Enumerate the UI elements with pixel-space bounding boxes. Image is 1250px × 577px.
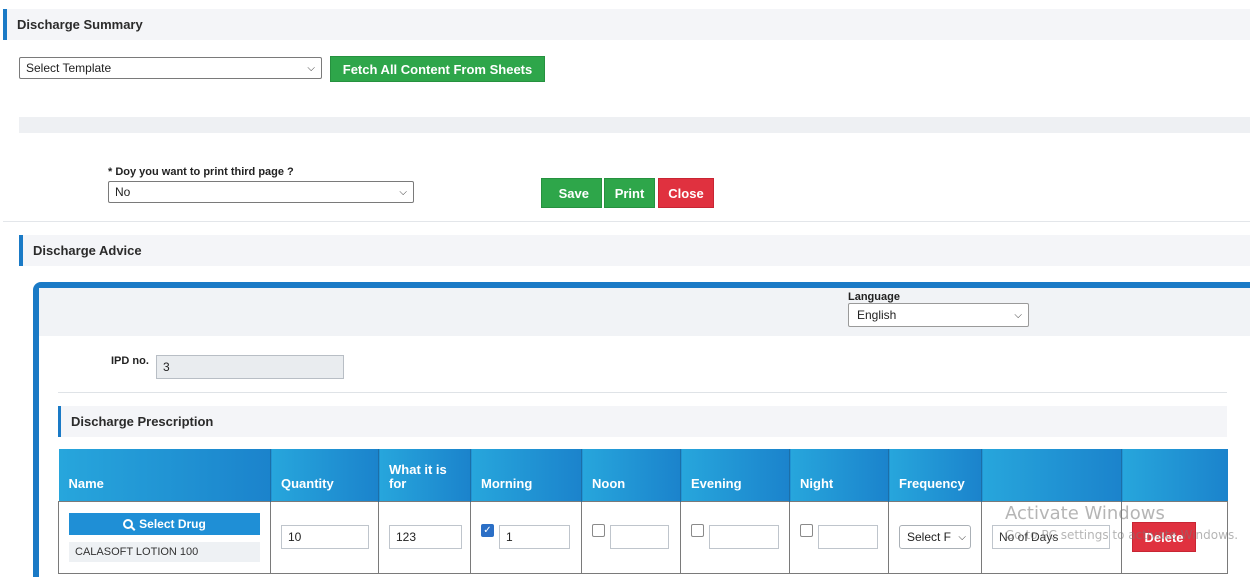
column-header: Frequency [888,449,982,501]
chevron-down-icon: ⌵ [1014,309,1022,321]
print-third-page-label: * Doy you want to print third page ? [108,166,294,178]
evening-cell [680,500,790,574]
select-drug-label: Select Drug [139,516,206,531]
discharge-prescription-header: Discharge Prescription [58,406,1227,437]
discharge-summary-header: Discharge Summary [3,9,1250,40]
morning-value: 1 [506,530,513,544]
noon-input[interactable] [610,525,669,549]
chevron-down-icon: ⌵ [958,531,966,543]
what-for-cell: 123 [378,500,471,574]
close-label: Close [668,185,704,201]
night-input[interactable] [818,525,878,549]
ipd-input[interactable]: 3 [156,355,344,379]
discharge-advice-header: Discharge Advice [19,235,1250,266]
print-label: Print [614,185,645,201]
language-label: Language [848,291,900,303]
ipd-value: 3 [163,360,170,374]
section-divider [3,221,1250,222]
frequency-value: Select F [907,530,952,544]
close-button[interactable]: Close [658,178,714,208]
column-header [1121,449,1228,501]
table-header-row: Name Quantity What it is for Morning Noo… [58,449,1228,501]
fetch-content-button[interactable]: Fetch All Content From Sheets [330,56,545,82]
what-for-input[interactable]: 123 [389,525,462,549]
noon-checkbox[interactable] [592,524,605,537]
morning-input[interactable]: 1 [499,525,570,549]
name-cell: Select Drug CALASOFT LOTION 100 [58,500,271,574]
column-header: Noon [581,449,681,501]
what-for-value: 123 [396,530,417,544]
night-checkbox[interactable] [800,524,813,537]
chevron-down-icon: ⌵ [399,186,407,198]
discharge-prescription-title: Discharge Prescription [71,414,214,429]
select-drug-button[interactable]: Select Drug [69,512,260,535]
evening-checkbox[interactable] [691,524,704,537]
activate-windows-watermark: Activate Windows [1005,503,1165,524]
frequency-select[interactable]: Select F ⌵ [899,525,971,549]
chevron-down-icon: ⌵ [307,62,315,74]
column-header: Evening [680,449,790,501]
quantity-input[interactable]: 10 [281,525,369,549]
panel-divider [58,392,1227,393]
save-label: Save [558,185,589,201]
template-select-value: Select Template [26,61,112,75]
evening-input[interactable] [709,525,779,549]
print-button[interactable]: Print [604,178,655,208]
language-value: English [857,308,897,322]
ipd-label: IPD no. [111,355,149,367]
column-header: Night [789,449,889,501]
template-select[interactable]: Select Template ⌵ [19,57,322,79]
morning-checkbox[interactable]: ✓ [481,524,494,537]
fetch-content-label: Fetch All Content From Sheets [342,61,533,77]
save-button[interactable]: Save [541,178,602,208]
frequency-cell: Select F ⌵ [888,500,982,574]
morning-cell: ✓ 1 [470,500,582,574]
noon-cell [581,500,681,574]
column-header [981,449,1122,501]
advice-panel-top [39,288,1250,336]
print-third-page-select[interactable]: No ⌵ [108,181,414,203]
night-cell [789,500,889,574]
discharge-summary-title: Discharge Summary [17,17,143,32]
column-header: Morning [470,449,582,501]
column-header: What it is for [378,449,471,501]
divider-band [19,117,1250,133]
column-header: Name [58,449,271,501]
language-select[interactable]: English ⌵ [848,303,1029,327]
column-header: Quantity [270,449,379,501]
drug-name: CALASOFT LOTION 100 [69,541,260,562]
search-icon [123,518,136,531]
discharge-advice-title: Discharge Advice [33,243,142,258]
print-third-page-value: No [115,185,131,199]
quantity-cell: 10 [270,500,379,574]
quantity-value: 10 [288,530,302,544]
activate-windows-subtext: Go to PC settings to activate Windows. [1005,528,1239,542]
